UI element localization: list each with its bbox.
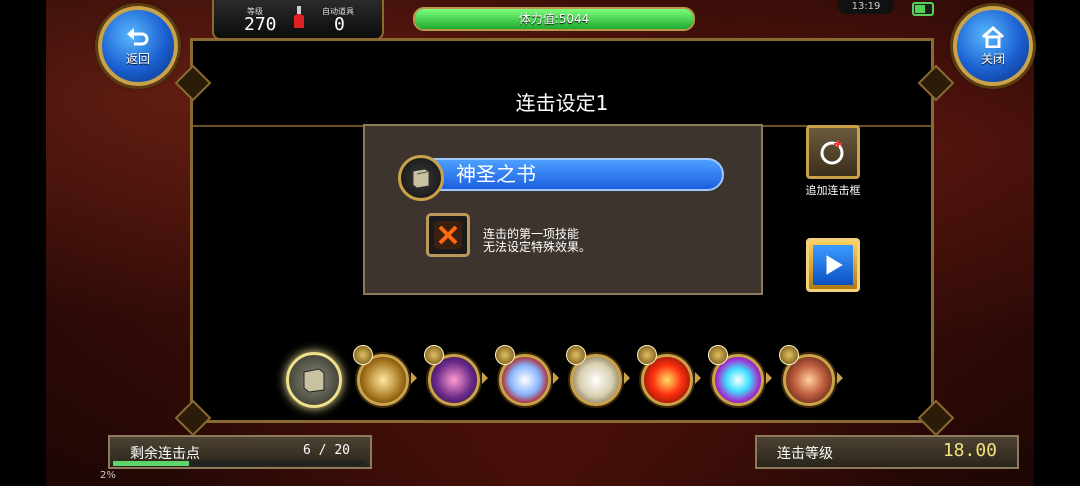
skill-badge-icon — [566, 345, 586, 365]
add-combo-frame-button[interactable] — [806, 125, 860, 179]
skill-badge-icon — [708, 345, 728, 365]
note-line-2: 无法设定特殊效果。 — [483, 240, 592, 254]
left-letterbox — [0, 0, 46, 486]
return-arrow-icon — [127, 27, 149, 45]
clock: 13:19 — [838, 0, 894, 14]
right-letterbox — [1034, 0, 1080, 486]
level-value: 270 — [244, 14, 277, 35]
remaining-points-progress — [113, 461, 366, 466]
back-label: 返回 — [125, 51, 150, 66]
play-icon — [826, 255, 843, 275]
potion-icon — [292, 6, 306, 30]
combo-level-bar: 连击等级 18.00 — [755, 435, 1019, 469]
combo-slot-box — [363, 124, 763, 295]
chevron-right-icon — [624, 372, 630, 384]
home-icon — [981, 25, 1005, 48]
stamina-text: 体力值:5044 — [518, 12, 590, 26]
chevron-right-icon — [766, 372, 772, 384]
skill-badge-icon — [424, 345, 444, 365]
add-frame-icon — [820, 140, 844, 165]
next-button[interactable] — [806, 238, 860, 292]
effect-note: 连击的第一项技能 无法设定特殊效果。 — [483, 228, 591, 254]
chevron-right-icon — [482, 372, 488, 384]
close-button[interactable]: 关闭 — [953, 6, 1033, 86]
skill-badge-icon — [353, 345, 373, 365]
skill-badge-icon — [779, 345, 799, 365]
close-label: 关闭 — [980, 51, 1005, 66]
mini-hud-value: 2% — [100, 470, 116, 481]
skill-badge-icon — [495, 345, 515, 365]
remaining-points-value: 6 / 20 — [303, 443, 350, 458]
stamina-bar: 体力值:5044 — [413, 7, 695, 31]
clear-effect-button[interactable] — [426, 213, 470, 257]
chevron-right-icon — [411, 372, 417, 384]
combo-level-value: 18.00 — [942, 440, 997, 461]
add-combo-frame-label: 追加连击框 — [805, 184, 861, 197]
skill-slot-holy-book[interactable] — [286, 352, 342, 408]
close-icon — [434, 221, 462, 249]
selected-skill-bar[interactable]: 神圣之书 — [428, 158, 724, 191]
chevron-right-icon — [695, 372, 701, 384]
chevron-right-icon — [553, 372, 559, 384]
holy-book-icon — [303, 368, 325, 393]
remaining-points-label: 剩余连击点 — [130, 446, 200, 462]
skill-badge-icon — [637, 345, 657, 365]
combo-level-label: 连击等级 — [777, 446, 833, 462]
chevron-right-icon — [837, 372, 843, 384]
back-button[interactable]: 返回 — [98, 6, 178, 86]
player-status-box: 等级 270 自动道具 0 — [212, 0, 384, 40]
auto-item-value: 0 — [334, 14, 345, 35]
panel-title: 连击设定1 — [193, 81, 931, 127]
battery-icon — [912, 2, 934, 16]
holy-book-icon — [398, 155, 444, 201]
